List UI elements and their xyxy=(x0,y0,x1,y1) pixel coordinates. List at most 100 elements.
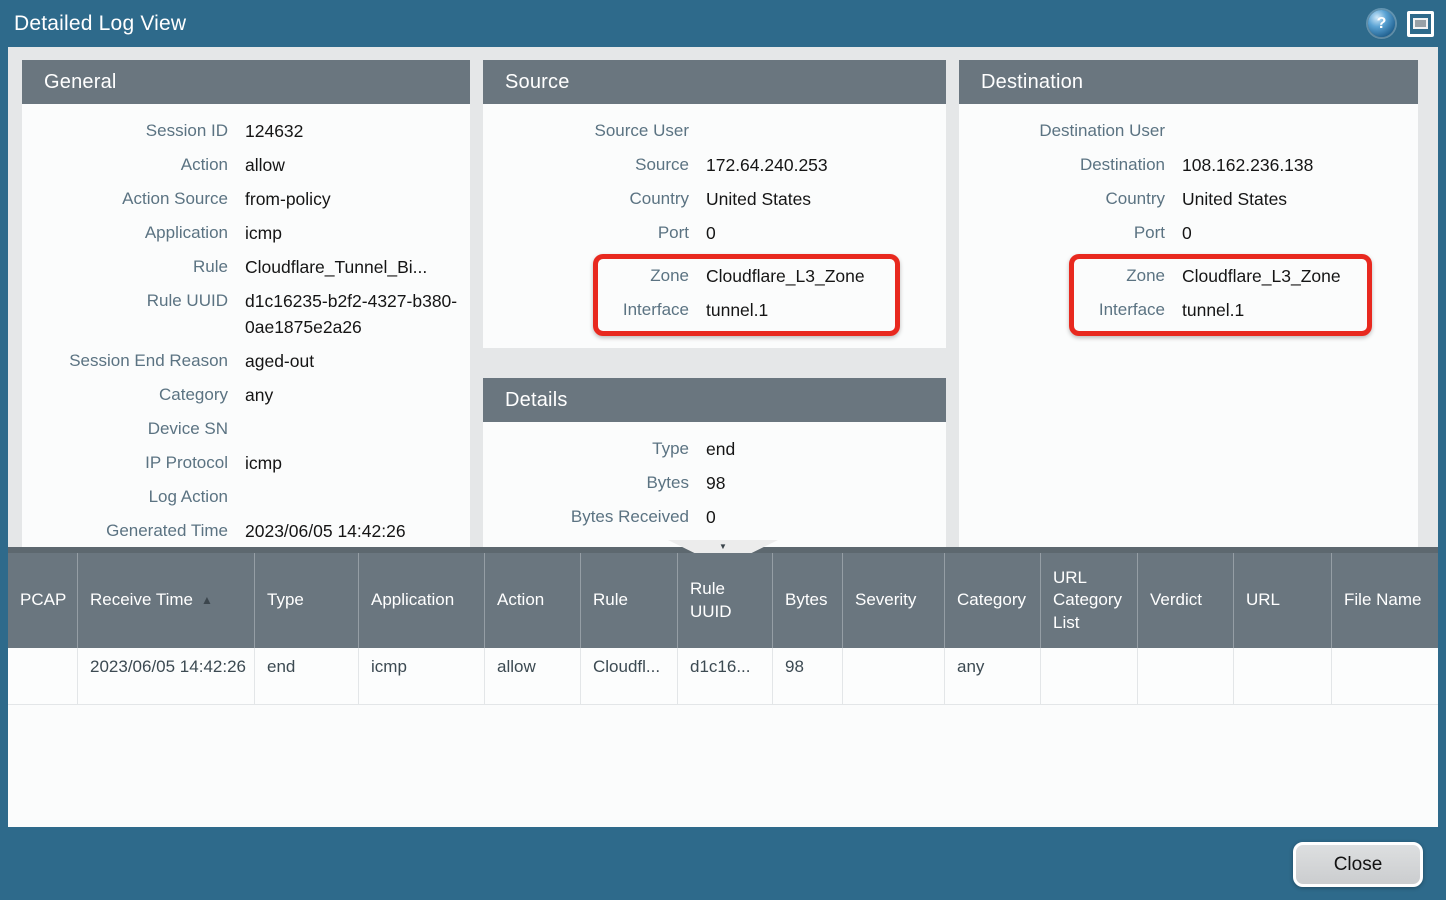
close-button[interactable]: Close xyxy=(1293,842,1423,887)
column-header[interactable]: Rule ▲ xyxy=(581,553,678,648)
field-value: from-policy xyxy=(245,186,470,212)
field-row: Rule Cloudflare_Tunnel_Bi... xyxy=(22,254,470,280)
column-header[interactable]: Type ▲ xyxy=(255,553,359,648)
field-row: Log Action xyxy=(22,484,470,510)
dialog-footer: Close xyxy=(0,827,1446,900)
dialog-title: Detailed Log View xyxy=(14,12,186,36)
field-row: Interface tunnel.1 xyxy=(598,297,895,323)
general-panel-header: General xyxy=(22,60,470,104)
titlebar: Detailed Log View ? xyxy=(0,0,1446,47)
help-icon[interactable]: ? xyxy=(1368,10,1395,37)
column-header-label: Application xyxy=(371,589,454,611)
field-value: Cloudflare_L3_Zone xyxy=(1182,263,1367,289)
field-value: 0 xyxy=(706,504,946,530)
field-row: Bytes Received 0 xyxy=(483,504,946,530)
field-value: aged-out xyxy=(245,348,470,374)
field-value: 124632 xyxy=(245,118,470,144)
column-header[interactable]: Severity ▲ xyxy=(843,553,945,648)
column-header[interactable]: Application ▲ xyxy=(359,553,485,648)
field-label: Rule UUID xyxy=(22,288,228,314)
field-value: 172.64.240.253 xyxy=(706,152,946,178)
field-label: Session ID xyxy=(22,118,228,144)
field-value: Cloudflare_L3_Zone xyxy=(706,263,895,289)
cell-rule: Cloudfl... xyxy=(581,648,678,705)
field-label: Interface xyxy=(598,297,689,323)
column-header[interactable]: Verdict ▲ xyxy=(1138,553,1234,648)
destination-fields: Destination User Destination 108.162.236… xyxy=(959,118,1418,246)
column-header[interactable]: Rule UUID ▲ xyxy=(678,553,773,648)
field-row: Country United States xyxy=(483,186,946,212)
field-label: Bytes xyxy=(483,470,689,496)
question-mark-glyph: ? xyxy=(1377,15,1387,33)
field-label: IP Protocol xyxy=(22,450,228,476)
field-value: any xyxy=(245,382,470,408)
collapse-down-icon: ▼ xyxy=(719,543,727,551)
field-label: Type xyxy=(483,436,689,462)
destination-panel-header: Destination xyxy=(959,60,1418,104)
field-label: Session End Reason xyxy=(22,348,228,374)
field-label: Country xyxy=(483,186,689,212)
column-header-label: Rule UUID xyxy=(690,578,764,623)
field-label: Rule xyxy=(22,254,228,280)
field-row: Session End Reason aged-out xyxy=(22,348,470,374)
field-row: Source 172.64.240.253 xyxy=(483,152,946,178)
cell-severity xyxy=(843,648,945,705)
field-row: Zone Cloudflare_L3_Zone xyxy=(598,263,895,289)
column-header-label: URL xyxy=(1246,589,1280,611)
column-header[interactable]: Category ▲ xyxy=(945,553,1041,648)
column-header[interactable]: Receive Time ▲ xyxy=(78,553,255,648)
field-value: 0 xyxy=(706,220,946,246)
field-label: Destination xyxy=(959,152,1165,178)
field-label: Bytes Received xyxy=(483,504,689,530)
titlebar-icons: ? xyxy=(1368,10,1434,37)
column-header[interactable]: URL Category List ▲ xyxy=(1041,553,1138,648)
cell-type: end xyxy=(255,648,359,705)
column-header-label: File Name xyxy=(1344,589,1421,611)
field-value: Cloudflare_Tunnel_Bi... xyxy=(245,254,470,280)
destination-highlighted-fields: Zone Cloudflare_L3_Zone Interface tunnel… xyxy=(1074,263,1367,323)
restore-window-icon[interactable] xyxy=(1407,11,1434,37)
field-row: Interface tunnel.1 xyxy=(1074,297,1367,323)
splitter-handle[interactable]: ▼ xyxy=(668,540,778,553)
column-header[interactable]: Action ▲ xyxy=(485,553,581,648)
source-highlighted-fields: Zone Cloudflare_L3_Zone Interface tunnel… xyxy=(598,263,895,323)
column-header[interactable]: PCAP ▲ xyxy=(8,553,78,648)
field-row: Port 0 xyxy=(483,220,946,246)
field-label: Source User xyxy=(483,118,689,144)
column-header[interactable]: Bytes ▲ xyxy=(773,553,843,648)
column-header-label: Receive Time xyxy=(90,589,193,611)
cell-url-category-list xyxy=(1041,648,1138,705)
cell-action: allow xyxy=(485,648,581,705)
column-header[interactable]: URL ▲ xyxy=(1234,553,1332,648)
field-label: Port xyxy=(483,220,689,246)
general-fields: Session ID 124632 Action allow Action So… xyxy=(22,104,470,547)
field-row: Source User xyxy=(483,118,946,144)
column-header[interactable]: File Name ▲ xyxy=(1332,553,1438,648)
field-value: 98 xyxy=(706,470,946,496)
field-row: Destination User xyxy=(959,118,1418,144)
field-row: Category any xyxy=(22,382,470,408)
field-label: Zone xyxy=(1074,263,1165,289)
field-label: Generated Time xyxy=(22,518,228,544)
field-row: Session ID 124632 xyxy=(22,118,470,144)
field-label: Device SN xyxy=(22,416,228,442)
details-panel: Details Type end Bytes 98 Bytes Received xyxy=(483,378,946,547)
details-fields: Type end Bytes 98 Bytes Received 0 xyxy=(483,422,946,547)
field-label: Category xyxy=(22,382,228,408)
field-row: IP Protocol icmp xyxy=(22,450,470,476)
field-row: Country United States xyxy=(959,186,1418,212)
field-label: Action Source xyxy=(22,186,228,212)
cell-receive-time: 2023/06/05 14:42:26 xyxy=(78,648,255,705)
field-row: Type end xyxy=(483,436,946,462)
field-row: Zone Cloudflare_L3_Zone xyxy=(1074,263,1367,289)
field-value: tunnel.1 xyxy=(1182,297,1367,323)
cell-rule-uuid: d1c16... xyxy=(678,648,773,705)
log-table-header: PCAP ▲ Receive Time ▲ Type ▲ Application… xyxy=(8,553,1438,648)
field-value: 0 xyxy=(1182,220,1418,246)
cell-url xyxy=(1234,648,1332,705)
destination-panel: Destination Destination User Destination… xyxy=(959,60,1418,547)
column-header-label: Type xyxy=(267,589,304,611)
field-label: Interface xyxy=(1074,297,1165,323)
log-detail-panels: General Session ID 124632 Action allow A… xyxy=(8,47,1438,547)
table-row[interactable]: 2023/06/05 14:42:26 end icmp allow Cloud… xyxy=(8,648,1438,705)
